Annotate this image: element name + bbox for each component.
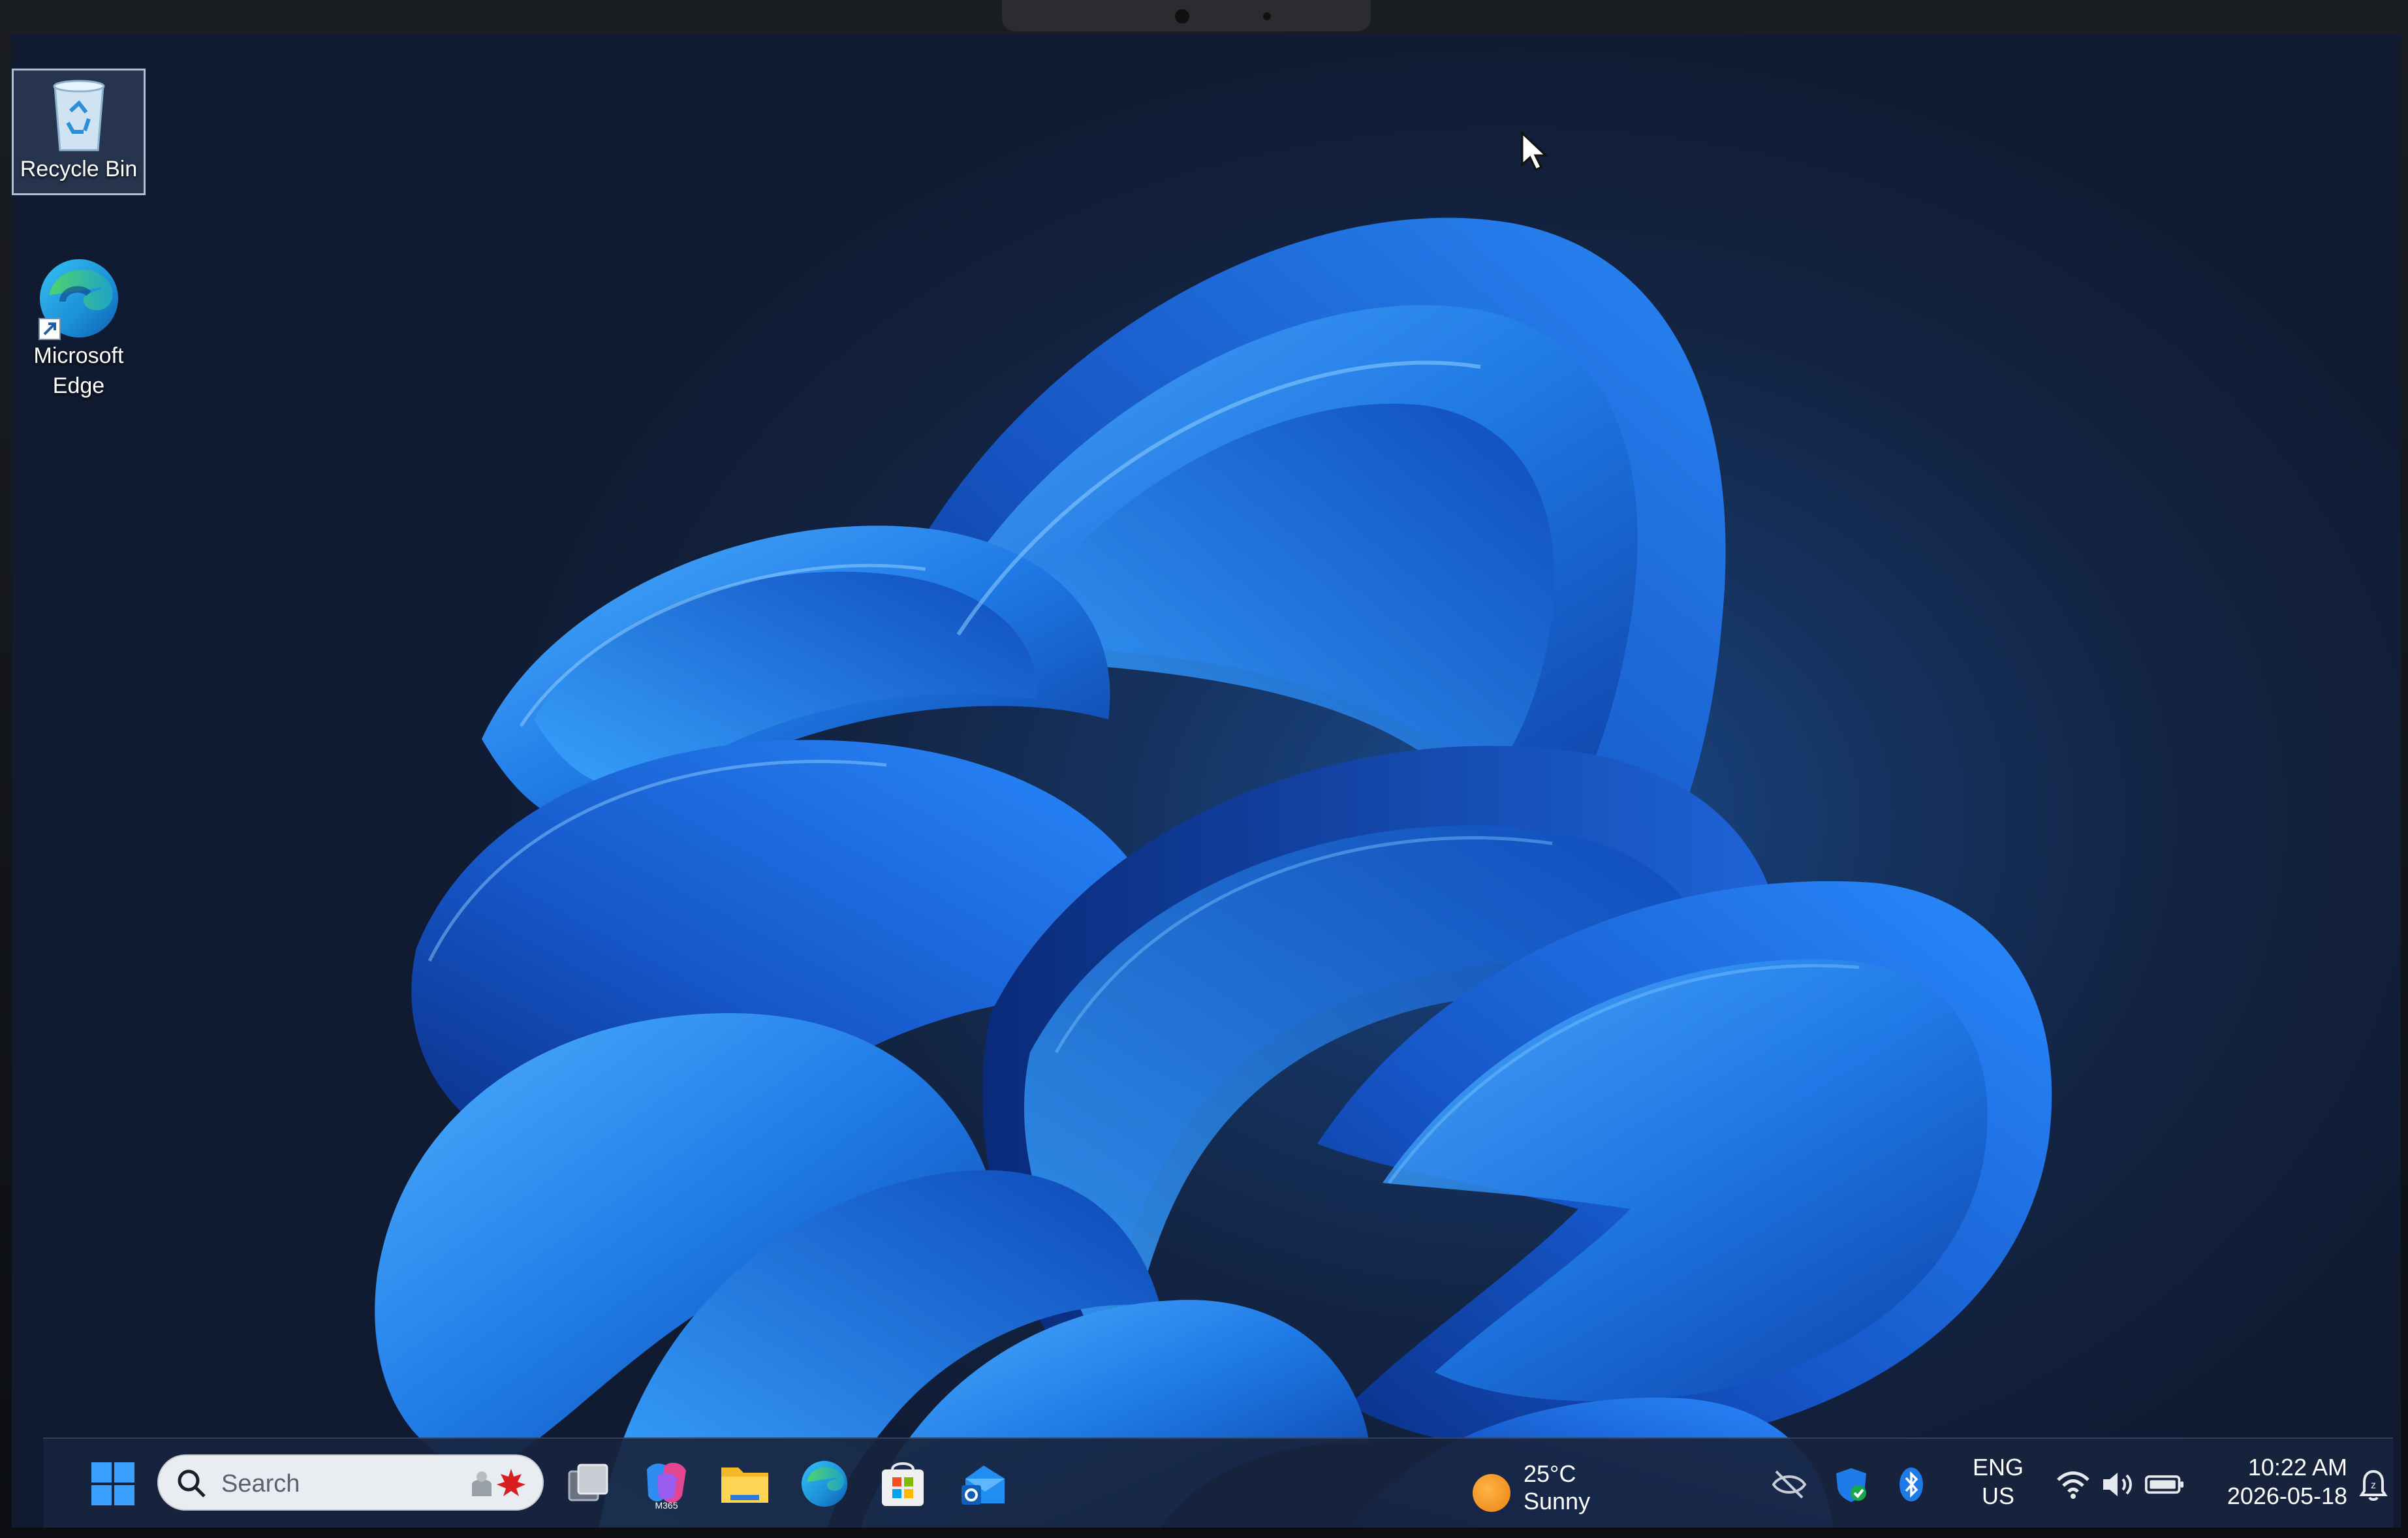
- notifications-button[interactable]: z: [2354, 1465, 2393, 1504]
- search-label: Search: [221, 1470, 300, 1498]
- edge-label-line2: Edge: [52, 373, 105, 398]
- camera-indicator-icon: [1263, 12, 1271, 20]
- search-highlight-icon: [472, 1469, 525, 1496]
- file-explorer-icon: [721, 1467, 768, 1503]
- search-icon: [178, 1469, 206, 1498]
- bluetooth-icon: [1900, 1467, 1923, 1501]
- laptop-bezel: Recycle Bin Microsoft Edge Search M365 2…: [0, 0, 2408, 1538]
- start-button[interactable]: [84, 1454, 142, 1513]
- wallpaper-bloom: [375, 217, 2052, 1528]
- edge-icon: [801, 1460, 848, 1507]
- edge-label-line1: Microsoft: [33, 343, 124, 368]
- task-view-icon: [568, 1464, 608, 1501]
- volume-button[interactable]: [2099, 1465, 2138, 1504]
- language-line2: US: [1981, 1483, 2014, 1509]
- m365-badge: M365: [655, 1500, 678, 1511]
- weather-widget[interactable]: 25°C Sunny: [1473, 1448, 1629, 1520]
- windows-security-icon: [1836, 1468, 1866, 1502]
- hidden-icons-icon: [1772, 1470, 1807, 1499]
- taskbar: Search M365 25°C Sunny ENG US 10:22 AM 2…: [43, 1437, 2393, 1528]
- desktop-icon-recycle-bin[interactable]: Recycle Bin: [12, 69, 146, 195]
- notifications-icon: z: [2359, 1469, 2388, 1501]
- taskbar-search-box[interactable]: Search: [157, 1454, 544, 1511]
- input-language-button[interactable]: ENG US: [1962, 1453, 2034, 1511]
- microsoft-store-icon: [882, 1462, 924, 1506]
- desktop-icon-microsoft-edge[interactable]: Microsoft Edge: [12, 256, 146, 401]
- recycle-bin-label: Recycle Bin: [20, 157, 138, 181]
- recycle-bin-icon: [53, 80, 104, 151]
- outlook-icon: [962, 1466, 1005, 1505]
- weather-condition: Sunny: [1524, 1488, 1591, 1514]
- m365-copilot-icon: M365: [647, 1462, 686, 1511]
- language-line1: ENG: [1972, 1454, 2024, 1481]
- camera-notch: [1002, 0, 1371, 31]
- task-view-button[interactable]: [559, 1454, 618, 1513]
- microsoft-store-button[interactable]: [873, 1454, 932, 1513]
- clock-button[interactable]: 10:22 AM 2026-05-18: [2171, 1453, 2347, 1511]
- wifi-icon: [2057, 1471, 2089, 1499]
- clock-date: 2026-05-18: [2227, 1483, 2347, 1509]
- mouse-cursor-icon: [1521, 131, 1548, 172]
- m365-copilot-button[interactable]: M365: [637, 1454, 696, 1513]
- file-explorer-button[interactable]: [715, 1454, 774, 1513]
- windows-security-button[interactable]: [1832, 1465, 1871, 1504]
- hidden-icons-button[interactable]: [1770, 1465, 1809, 1504]
- network-button[interactable]: [2054, 1465, 2093, 1504]
- bluetooth-button[interactable]: [1892, 1465, 1931, 1504]
- edge-icon: [38, 259, 118, 340]
- outlook-button[interactable]: [954, 1454, 1013, 1513]
- desktop-screen: Recycle Bin Microsoft Edge Search M365 2…: [12, 34, 2401, 1528]
- weather-temperature: 25°C: [1524, 1460, 1576, 1487]
- sunny-icon: [1473, 1474, 1510, 1512]
- camera-icon: [1175, 9, 1189, 24]
- start-icon: [91, 1462, 134, 1505]
- edge-taskbar-button[interactable]: [795, 1454, 854, 1513]
- clock-time: 10:22 AM: [2247, 1454, 2347, 1481]
- volume-icon: [2103, 1473, 2132, 1496]
- svg-text:z: z: [2371, 1480, 2376, 1491]
